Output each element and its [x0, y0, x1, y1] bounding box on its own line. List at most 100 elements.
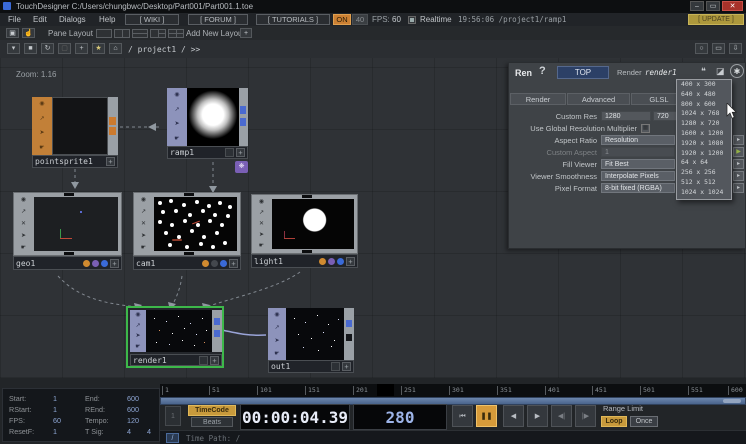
output-connector[interactable] — [240, 106, 246, 114]
bookmark-star-icon[interactable]: ★ — [92, 43, 105, 54]
gear-icon[interactable]: ◉ — [135, 312, 140, 318]
arrow-icon[interactable]: ➤ — [21, 233, 26, 239]
flag-plus[interactable]: + — [346, 257, 355, 266]
time-path-button[interactable]: / — [166, 433, 179, 443]
arrow-icon[interactable]: ➤ — [174, 121, 179, 127]
settings-gear-icon[interactable]: ✱ — [730, 64, 744, 78]
tutorials-link[interactable]: [ TUTORIALS ] — [256, 14, 330, 25]
tab-advanced[interactable]: Advanced — [567, 93, 630, 105]
menu-item-resolution[interactable]: 400 x 300 — [677, 80, 731, 90]
pickable-flag[interactable] — [337, 258, 344, 265]
refresh-icon[interactable]: ↻ — [41, 43, 54, 54]
output-connector[interactable] — [240, 118, 246, 126]
circle-icon[interactable]: ○ — [695, 43, 708, 54]
gear-icon[interactable]: ◉ — [274, 312, 279, 318]
pointer-icon[interactable]: ☝ — [22, 28, 35, 38]
node-viewer[interactable] — [52, 97, 108, 155]
node-label-cam1[interactable]: cam1 + — [133, 256, 241, 270]
x-icon[interactable]: ✕ — [21, 221, 26, 227]
flag-plus[interactable]: + — [342, 362, 351, 371]
home-icon[interactable]: ⌂ — [109, 43, 122, 54]
gear-icon[interactable]: ◉ — [174, 92, 179, 98]
hand-icon[interactable]: ☛ — [21, 245, 26, 251]
gear-icon[interactable]: ◉ — [259, 199, 264, 205]
node-render1-selected[interactable]: ◉ ↗ ➤ ☛ render1 + — [126, 306, 224, 368]
playhead-marker[interactable] — [377, 384, 394, 396]
param-menu-fill[interactable]: Fit Best — [601, 159, 675, 169]
jump-start-icon[interactable]: ⏮ — [452, 405, 473, 427]
render-flag[interactable] — [202, 260, 209, 267]
x-icon[interactable]: ✕ — [141, 221, 146, 227]
param-menu-aspect[interactable]: Resolution — [601, 135, 675, 145]
beats-mode-button[interactable]: Beats — [191, 417, 233, 427]
hand-icon[interactable]: ☛ — [174, 136, 179, 142]
layout-preset-single[interactable] — [96, 29, 112, 38]
play-reverse-icon[interactable]: ◀ — [503, 405, 524, 427]
node-viewer[interactable] — [34, 197, 118, 251]
menu-arrow-icon[interactable]: ▸ — [733, 159, 744, 169]
node-cam1[interactable]: ◉ ↗ ✕ ➤ ☛ — [133, 192, 241, 256]
timecode-mode-button[interactable]: TimeCode — [188, 405, 236, 416]
play-forward-icon[interactable]: ▶ — [527, 405, 548, 427]
layout-preset-vsplit[interactable] — [114, 29, 130, 38]
node-pointsprite1[interactable]: ◉ ↗ ➤ ☛ — [32, 97, 118, 155]
output-connector[interactable] — [214, 330, 220, 337]
menu-arrow-icon[interactable]: ▸ — [733, 171, 744, 181]
comment-icon[interactable]: ❝ — [701, 66, 706, 77]
window-icon[interactable]: ▣ — [6, 28, 19, 38]
wire-icon[interactable]: ↗ — [274, 325, 279, 331]
output-connector[interactable] — [302, 250, 312, 253]
output-connector[interactable] — [64, 252, 74, 255]
on-toggle[interactable]: ON — [333, 14, 351, 25]
step-back-icon[interactable]: ◀| — [551, 405, 572, 427]
pause-icon[interactable]: ❚❚ — [476, 405, 497, 427]
param-field-custom-aspect[interactable]: 1 — [601, 147, 675, 157]
flag-box[interactable] — [225, 148, 234, 157]
op-name[interactable]: render1 — [645, 68, 677, 77]
flag-box[interactable] — [331, 362, 340, 371]
setting-value[interactable]: 600 — [127, 394, 139, 403]
display-flag[interactable] — [328, 258, 335, 265]
menu-item-resolution[interactable]: 1920 x 1080 — [677, 139, 731, 149]
node-viewer-ramp[interactable] — [187, 88, 239, 146]
setting-value[interactable]: 60 — [53, 416, 61, 425]
stop-icon[interactable]: ■ — [24, 43, 37, 54]
menu-item-resolution[interactable]: 256 x 256 — [677, 168, 731, 178]
wire-icon[interactable]: ↗ — [21, 209, 26, 215]
node-geo1[interactable]: ◉ ↗ ✕ ➤ ☛ — [13, 192, 122, 256]
flag-plus[interactable]: + — [110, 259, 119, 268]
wire-icon[interactable]: ↗ — [259, 210, 264, 216]
input-connector[interactable] — [184, 193, 194, 196]
menu-arrow-green-icon[interactable]: ▶ — [733, 147, 744, 157]
node-label-pointsprite1[interactable]: pointsprite1 + — [32, 155, 118, 168]
menu-item-resolution[interactable]: 1280 x 720 — [677, 119, 731, 129]
forum-link[interactable]: [ FORUM ] — [188, 14, 248, 25]
input-connector[interactable] — [302, 195, 312, 198]
output-connector[interactable] — [109, 117, 116, 125]
output-connector[interactable] — [346, 334, 352, 341]
arrow-icon[interactable]: ➤ — [39, 130, 44, 136]
menu-file[interactable]: File — [8, 15, 21, 24]
palette-flag-icon[interactable]: ❋ — [235, 161, 248, 173]
menu-arrow-icon[interactable]: ▸ — [733, 135, 744, 145]
family-tab-top[interactable]: TOP — [557, 66, 609, 79]
input-connector[interactable] — [64, 193, 74, 196]
flag-plus[interactable]: + — [236, 148, 245, 157]
pick-icon[interactable]: ⇩ — [729, 43, 742, 54]
node-label-ramp1[interactable]: ramp1 + — [167, 146, 248, 159]
node-viewer-render[interactable] — [146, 310, 212, 352]
node-viewer-particles[interactable] — [154, 197, 237, 251]
node-label-render1[interactable]: render1 + — [130, 354, 222, 366]
gear-icon[interactable]: ◉ — [39, 101, 44, 107]
node-light1[interactable]: ◉ ↗ ✕ ➤ ☛ — [251, 194, 358, 254]
node-label-light1[interactable]: light1 + — [251, 254, 358, 268]
node-viewer-out[interactable] — [286, 308, 344, 360]
display-flag[interactable] — [211, 260, 218, 267]
param-field-res-w[interactable]: 1280 — [601, 111, 651, 121]
arrow-icon[interactable]: ➤ — [274, 338, 279, 344]
language-icon[interactable]: ◪ — [716, 66, 725, 77]
setting-value[interactable]: 1 — [53, 394, 57, 403]
loop-button[interactable]: Loop — [601, 416, 627, 427]
pickable-flag[interactable] — [101, 260, 108, 267]
node-label-geo1[interactable]: geo1 + — [13, 256, 122, 270]
